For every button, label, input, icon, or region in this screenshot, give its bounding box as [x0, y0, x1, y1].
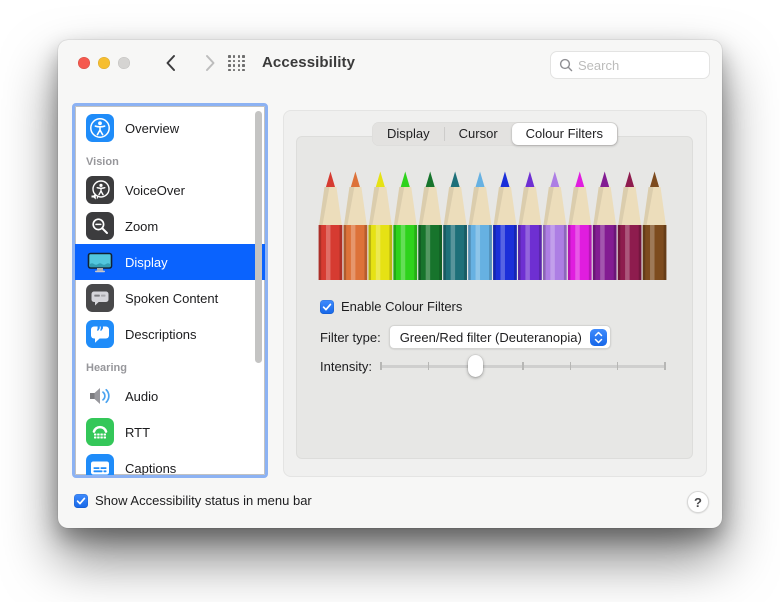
- svg-text:”: ”: [96, 326, 105, 341]
- voiceover-icon: [86, 176, 114, 204]
- chevron-right-icon: [205, 54, 216, 72]
- slider-tick: [428, 362, 430, 370]
- filter-type-value: Green/Red filter (Deuteranopia): [400, 330, 582, 345]
- show-all-grid-icon[interactable]: [228, 55, 245, 71]
- sidebar-list: Overview Vision VoiceOver Zoom Display Sp…: [75, 106, 265, 475]
- colour-filters-group: Enable Colour Filters Filter type: Green…: [296, 136, 693, 459]
- sidebar-item-descriptions[interactable]: ” Descriptions: [75, 316, 265, 352]
- detail-pane: DisplayCursorColour Filters Enable Colou…: [283, 110, 707, 477]
- display-icon: [86, 248, 114, 276]
- footer: Show Accessibility status in menu bar: [74, 493, 312, 508]
- title-bar: Accessibility: [58, 40, 722, 86]
- sidebar-item-captions[interactable]: Captions: [75, 450, 265, 475]
- sidebar-item-display[interactable]: Display: [75, 244, 265, 280]
- search-field[interactable]: [550, 51, 710, 79]
- tab-colour-filters[interactable]: Colour Filters: [512, 123, 617, 145]
- sidebar-item-label: Overview: [125, 121, 179, 136]
- tab-display[interactable]: Display: [373, 123, 444, 145]
- sidebar-item-spoken-content[interactable]: Spoken Content: [75, 280, 265, 316]
- slider-tick: [522, 362, 524, 370]
- slider-tick: [380, 362, 382, 370]
- desktop: Accessibility Overview Vision VoiceOver Z…: [0, 0, 780, 602]
- zoom-window-button: [118, 57, 130, 69]
- zoom-icon: [86, 212, 114, 240]
- intensity-row: Intensity:: [320, 354, 665, 378]
- sidebar-item-label: VoiceOver: [125, 183, 185, 198]
- slider-tick: [570, 362, 572, 370]
- slider-tick: [664, 362, 666, 370]
- search-input[interactable]: [578, 58, 688, 73]
- sidebar-item-overview[interactable]: Overview: [75, 110, 265, 146]
- sidebar-item-rtt[interactable]: RTT: [75, 414, 265, 450]
- tab-cursor[interactable]: Cursor: [445, 123, 512, 145]
- enable-colour-filters-checkbox[interactable]: [320, 300, 334, 314]
- dropdown-stepper-icon: [590, 329, 607, 346]
- audio-icon: [86, 382, 114, 410]
- rtt-icon: [86, 418, 114, 446]
- check-icon: [322, 302, 332, 312]
- back-button[interactable]: [158, 51, 182, 75]
- filter-type-label: Filter type:: [320, 330, 381, 345]
- enable-colour-filters-row: Enable Colour Filters: [320, 299, 462, 314]
- intensity-label: Intensity:: [320, 359, 372, 374]
- sidebar-item-label: Captions: [125, 461, 176, 476]
- forward-button: [198, 51, 222, 75]
- descriptions-icon: ”: [86, 320, 114, 348]
- filter-type-dropdown[interactable]: Green/Red filter (Deuteranopia): [389, 325, 611, 349]
- traffic-lights: [78, 57, 130, 69]
- help-button[interactable]: ?: [687, 491, 709, 513]
- sidebar-item-zoom[interactable]: Zoom: [75, 208, 265, 244]
- sidebar-section-hearing: Hearing: [75, 352, 265, 378]
- sidebar-item-label: Audio: [125, 389, 158, 404]
- overview-icon: [86, 114, 114, 142]
- minimize-button[interactable]: [98, 57, 110, 69]
- captions-icon: [86, 454, 114, 475]
- sidebar-item-label: Zoom: [125, 219, 158, 234]
- sidebar-item-label: RTT: [125, 425, 150, 440]
- sidebar-item-label: Display: [125, 255, 168, 270]
- window-title: Accessibility: [262, 54, 355, 71]
- sidebar-section-vision: Vision: [75, 146, 265, 172]
- sidebar: Overview Vision VoiceOver Zoom Display Sp…: [72, 103, 268, 478]
- intensity-slider[interactable]: [381, 354, 665, 378]
- nav-buttons: [158, 51, 222, 75]
- check-icon: [76, 496, 86, 506]
- slider-tick: [617, 362, 619, 370]
- sidebar-scrollbar[interactable]: [255, 111, 262, 363]
- search-icon: [559, 58, 573, 72]
- sidebar-item-label: Descriptions: [125, 327, 197, 342]
- show-status-label: Show Accessibility status in menu bar: [95, 493, 312, 508]
- slider-thumb[interactable]: [468, 355, 483, 377]
- show-status-checkbox[interactable]: [74, 494, 88, 508]
- close-button[interactable]: [78, 57, 90, 69]
- tab-bar: DisplayCursorColour Filters: [372, 122, 618, 146]
- spoken-content-icon: [86, 284, 114, 312]
- filter-type-row: Filter type: Green/Red filter (Deuterano…: [320, 325, 611, 349]
- enable-colour-filters-label: Enable Colour Filters: [341, 299, 462, 314]
- help-label: ?: [694, 495, 702, 510]
- accessibility-window: Accessibility Overview Vision VoiceOver Z…: [58, 40, 722, 528]
- sidebar-item-audio[interactable]: Audio: [75, 378, 265, 414]
- coloured-pencils-image: [318, 167, 667, 280]
- sidebar-item-label: Spoken Content: [125, 291, 218, 306]
- chevron-left-icon: [165, 54, 176, 72]
- sidebar-item-voiceover[interactable]: VoiceOver: [75, 172, 265, 208]
